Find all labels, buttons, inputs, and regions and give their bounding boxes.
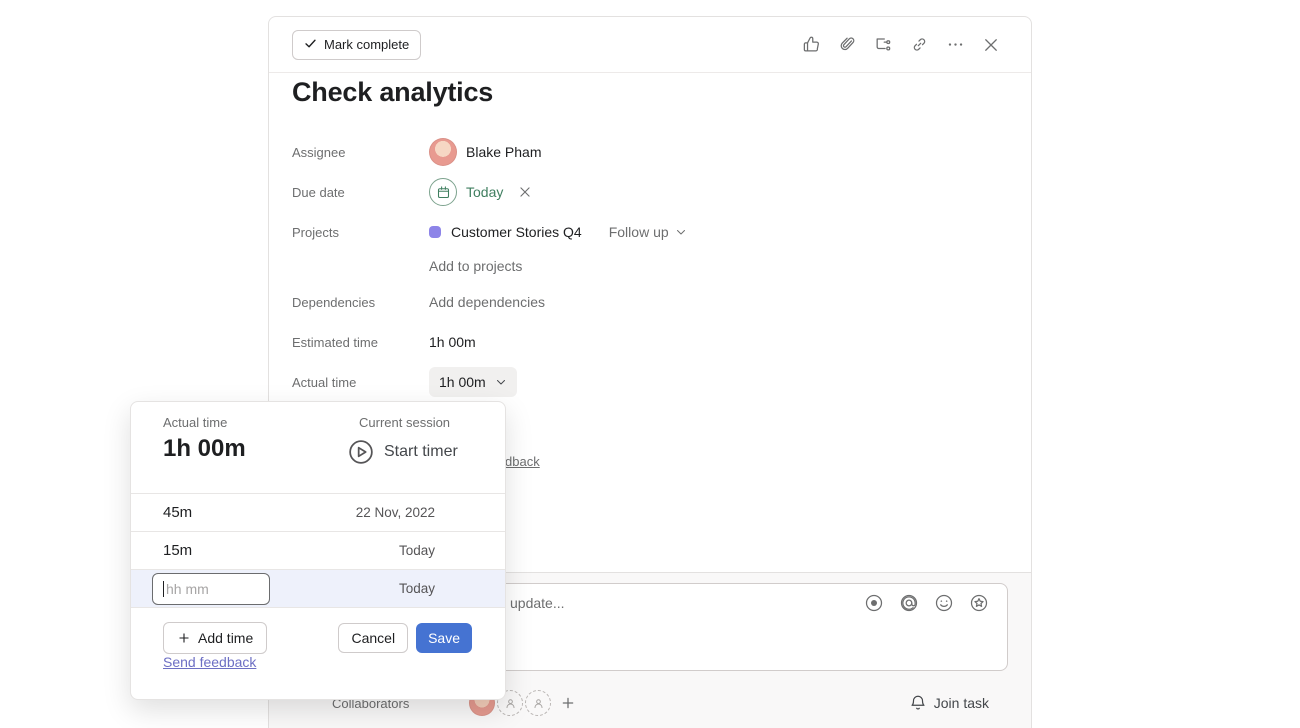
- project-section-dropdown[interactable]: Follow up: [609, 224, 687, 240]
- new-entry-date[interactable]: Today: [399, 581, 435, 596]
- due-date-value[interactable]: Today: [466, 184, 503, 200]
- time-entry-date: 22 Nov, 2022: [356, 505, 435, 520]
- assignee-avatar: [429, 138, 457, 166]
- add-time-label: Add time: [198, 630, 253, 646]
- mark-complete-label: Mark complete: [324, 37, 409, 52]
- due-date-label: Due date: [292, 185, 429, 200]
- project-color-dot: [429, 226, 441, 238]
- emoji-icon[interactable]: [934, 593, 954, 613]
- time-input[interactable]: hh mm: [152, 573, 270, 605]
- chevron-down-icon: [675, 226, 687, 238]
- actual-time-value: 1h 00m: [439, 374, 486, 390]
- plus-icon: [177, 631, 191, 645]
- assignee-value[interactable]: Blake Pham: [429, 138, 541, 166]
- mark-complete-button[interactable]: Mark complete: [292, 30, 421, 60]
- composer-icons: [864, 593, 989, 613]
- add-to-projects-row: Add to projects: [292, 254, 992, 278]
- time-entry-duration: 15m: [163, 542, 192, 559]
- popup-actual-time-label: Actual time: [163, 415, 227, 430]
- add-collaborator-icon[interactable]: [560, 695, 576, 711]
- subtasks-icon[interactable]: [873, 35, 893, 55]
- actual-time-row: Actual time 1h 00m: [292, 362, 992, 402]
- calendar-icon[interactable]: [429, 178, 457, 206]
- time-entry-row[interactable]: 15m Today: [131, 531, 505, 569]
- join-task-button[interactable]: Join task: [903, 693, 995, 713]
- assignee-name: Blake Pham: [466, 144, 541, 160]
- estimated-time-label: Estimated time: [292, 335, 429, 350]
- popup-total-time: 1h 00m: [163, 435, 246, 463]
- new-time-entry-row: hh mm Today: [131, 569, 505, 607]
- assignee-row: Assignee Blake Pham: [292, 132, 992, 172]
- save-button[interactable]: Save: [416, 623, 472, 653]
- dependencies-label: Dependencies: [292, 295, 429, 310]
- assignee-label: Assignee: [292, 145, 429, 160]
- check-icon: [304, 37, 317, 53]
- estimated-time-value[interactable]: 1h 00m: [429, 334, 476, 350]
- record-video-icon[interactable]: [864, 593, 884, 613]
- estimated-time-row: Estimated time 1h 00m: [292, 322, 992, 362]
- play-circle-icon: [347, 438, 375, 466]
- appreciation-icon[interactable]: [969, 593, 989, 613]
- time-input-placeholder: hh mm: [166, 581, 209, 597]
- clear-due-date-icon[interactable]: [518, 185, 532, 199]
- start-timer-label: Start timer: [384, 443, 458, 461]
- add-time-button[interactable]: Add time: [163, 622, 267, 654]
- popup-current-session-label: Current session: [359, 415, 450, 430]
- start-timer-button[interactable]: Start timer: [347, 438, 458, 466]
- add-to-projects-link[interactable]: Add to projects: [429, 258, 522, 274]
- time-entry-date: Today: [399, 543, 435, 558]
- ghost-collaborator-icon[interactable]: [525, 690, 551, 716]
- app-background: Mark complete: [0, 0, 1300, 728]
- task-title[interactable]: Check analytics: [292, 77, 493, 108]
- projects-label: Projects: [292, 225, 429, 240]
- join-task-label: Join task: [934, 695, 989, 711]
- actual-time-popup: Actual time Current session 1h 00m Start…: [130, 401, 506, 700]
- link-icon[interactable]: [909, 35, 929, 55]
- paperclip-icon[interactable]: [837, 35, 857, 55]
- dependencies-row: Dependencies Add dependencies: [292, 282, 992, 322]
- time-entry-duration: 45m: [163, 504, 192, 521]
- task-toolbar: Mark complete: [269, 17, 1031, 73]
- cancel-button[interactable]: Cancel: [338, 623, 408, 653]
- thumbs-up-icon[interactable]: [801, 35, 821, 55]
- comment-placeholder: update...: [510, 595, 565, 611]
- mention-icon[interactable]: [899, 593, 919, 613]
- actual-time-label: Actual time: [292, 375, 429, 390]
- popup-send-feedback-link[interactable]: Send feedback: [163, 654, 256, 670]
- add-dependencies-link[interactable]: Add dependencies: [429, 294, 545, 310]
- toolbar-icons: [801, 35, 1001, 55]
- project-section-label: Follow up: [609, 224, 669, 240]
- actual-time-button[interactable]: 1h 00m: [429, 367, 517, 397]
- text-caret: [163, 581, 164, 597]
- bell-icon: [909, 694, 927, 712]
- more-icon[interactable]: [945, 35, 965, 55]
- projects-row: Projects Customer Stories Q4 Follow up: [292, 212, 992, 252]
- due-date-row: Due date Today: [292, 172, 992, 212]
- time-entry-row[interactable]: 45m 22 Nov, 2022: [131, 493, 505, 531]
- chevron-down-icon: [495, 376, 507, 388]
- close-icon[interactable]: [981, 35, 1001, 55]
- project-name[interactable]: Customer Stories Q4: [451, 224, 582, 240]
